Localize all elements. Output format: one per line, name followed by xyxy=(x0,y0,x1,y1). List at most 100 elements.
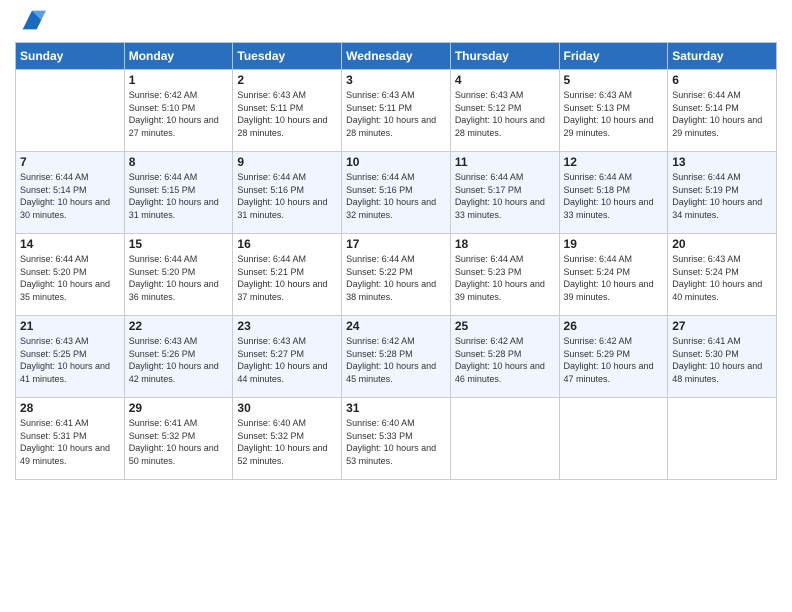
day-number: 20 xyxy=(672,237,772,251)
calendar-cell: 9Sunrise: 6:44 AMSunset: 5:16 PMDaylight… xyxy=(233,152,342,234)
day-number: 27 xyxy=(672,319,772,333)
calendar-cell: 24 Sunrise: 6:42 AMSunset: 5:28 PMDayligh… xyxy=(342,316,451,398)
day-number: 30 xyxy=(237,401,337,415)
day-number: 15 xyxy=(129,237,229,251)
calendar-cell: 5Sunrise: 6:43 AMSunset: 5:13 PMDaylight… xyxy=(559,70,668,152)
day-number: 29 xyxy=(129,401,229,415)
day-info: Sunrise: 6:44 AMSunset: 5:22 PMDaylight:… xyxy=(346,253,446,303)
weekday-header-row: SundayMondayTuesdayWednesdayThursdayFrid… xyxy=(16,43,777,70)
day-number: 6 xyxy=(672,73,772,87)
day-number: 25 xyxy=(455,319,555,333)
day-number: 22 xyxy=(129,319,229,333)
logo-icon xyxy=(18,6,46,34)
calendar-week-2: 7 Sunrise: 6:44 AMSunset: 5:14 PMDaylight… xyxy=(16,152,777,234)
day-number: 16 xyxy=(237,237,337,251)
calendar-cell: 8 Sunrise: 6:44 AMSunset: 5:15 PMDaylight… xyxy=(124,152,233,234)
calendar-cell: 4Sunrise: 6:43 AMSunset: 5:12 PMDaylight… xyxy=(450,70,559,152)
day-number: 13 xyxy=(672,155,772,169)
day-number: 3 xyxy=(346,73,446,87)
day-info: Sunrise: 6:43 AMSunset: 5:25 PMDaylight:… xyxy=(20,335,120,385)
page: SundayMondayTuesdayWednesdayThursdayFrid… xyxy=(0,0,792,612)
logo-area xyxy=(15,10,46,34)
calendar-week-3: 14Sunrise: 6:44 AMSunset: 5:20 PMDayligh… xyxy=(16,234,777,316)
day-info: Sunrise: 6:43 AMSunset: 5:11 PMDaylight:… xyxy=(346,89,446,139)
calendar-cell: 17Sunrise: 6:44 AMSunset: 5:22 PMDayligh… xyxy=(342,234,451,316)
day-info: Sunrise: 6:44 AMSunset: 5:23 PMDaylight:… xyxy=(455,253,555,303)
day-number: 26 xyxy=(564,319,664,333)
day-number: 11 xyxy=(455,155,555,169)
day-info: Sunrise: 6:44 AMSunset: 5:20 PMDaylight:… xyxy=(129,253,229,303)
day-info: Sunrise: 6:44 AMSunset: 5:20 PMDaylight:… xyxy=(20,253,120,303)
calendar-cell: 2 Sunrise: 6:43 AMSunset: 5:11 PMDaylight… xyxy=(233,70,342,152)
weekday-header-wednesday: Wednesday xyxy=(342,43,451,70)
calendar-cell xyxy=(559,398,668,480)
day-info: Sunrise: 6:40 AMSunset: 5:33 PMDaylight:… xyxy=(346,417,446,467)
calendar-cell: 13 Sunrise: 6:44 AMSunset: 5:19 PMDayligh… xyxy=(668,152,777,234)
day-info: Sunrise: 6:43 AMSunset: 5:26 PMDaylight:… xyxy=(129,335,229,385)
calendar-cell: 29 Sunrise: 6:41 AMSunset: 5:32 PMDayligh… xyxy=(124,398,233,480)
calendar-cell: 14Sunrise: 6:44 AMSunset: 5:20 PMDayligh… xyxy=(16,234,125,316)
day-info: Sunrise: 6:42 AMSunset: 5:28 PMDaylight:… xyxy=(455,335,555,385)
day-number: 24 xyxy=(346,319,446,333)
day-number: 1 xyxy=(129,73,229,87)
day-number: 9 xyxy=(237,155,337,169)
day-info: Sunrise: 6:44 AMSunset: 5:17 PMDaylight:… xyxy=(455,171,555,221)
calendar-week-1: 1Sunrise: 6:42 AMSunset: 5:10 PMDaylight… xyxy=(16,70,777,152)
calendar-week-4: 21 Sunrise: 6:43 AMSunset: 5:25 PMDayligh… xyxy=(16,316,777,398)
calendar-cell: 21 Sunrise: 6:43 AMSunset: 5:25 PMDayligh… xyxy=(16,316,125,398)
calendar-cell xyxy=(668,398,777,480)
calendar-cell: 11 Sunrise: 6:44 AMSunset: 5:17 PMDayligh… xyxy=(450,152,559,234)
day-info: Sunrise: 6:41 AMSunset: 5:30 PMDaylight:… xyxy=(672,335,772,385)
calendar-cell: 3 Sunrise: 6:43 AMSunset: 5:11 PMDaylight… xyxy=(342,70,451,152)
day-number: 21 xyxy=(20,319,120,333)
calendar-cell: 15 Sunrise: 6:44 AMSunset: 5:20 PMDayligh… xyxy=(124,234,233,316)
day-info: Sunrise: 6:42 AMSunset: 5:29 PMDaylight:… xyxy=(564,335,664,385)
calendar-cell: 28Sunrise: 6:41 AMSunset: 5:31 PMDayligh… xyxy=(16,398,125,480)
weekday-header-thursday: Thursday xyxy=(450,43,559,70)
header xyxy=(15,10,777,34)
calendar-cell: 16 Sunrise: 6:44 AMSunset: 5:21 PMDayligh… xyxy=(233,234,342,316)
calendar-cell xyxy=(450,398,559,480)
calendar-cell: 30 Sunrise: 6:40 AMSunset: 5:32 PMDayligh… xyxy=(233,398,342,480)
day-info: Sunrise: 6:44 AMSunset: 5:21 PMDaylight:… xyxy=(237,253,337,303)
day-number: 7 xyxy=(20,155,120,169)
calendar-cell: 26 Sunrise: 6:42 AMSunset: 5:29 PMDayligh… xyxy=(559,316,668,398)
day-info: Sunrise: 6:44 AMSunset: 5:15 PMDaylight:… xyxy=(129,171,229,221)
calendar-cell: 22 Sunrise: 6:43 AMSunset: 5:26 PMDayligh… xyxy=(124,316,233,398)
calendar-week-5: 28Sunrise: 6:41 AMSunset: 5:31 PMDayligh… xyxy=(16,398,777,480)
day-number: 23 xyxy=(237,319,337,333)
day-number: 5 xyxy=(564,73,664,87)
calendar-cell xyxy=(16,70,125,152)
weekday-header-saturday: Saturday xyxy=(668,43,777,70)
calendar-cell: 12Sunrise: 6:44 AMSunset: 5:18 PMDayligh… xyxy=(559,152,668,234)
calendar-cell: 19 Sunrise: 6:44 AMSunset: 5:24 PMDayligh… xyxy=(559,234,668,316)
day-info: Sunrise: 6:44 AMSunset: 5:19 PMDaylight:… xyxy=(672,171,772,221)
calendar-cell: 1Sunrise: 6:42 AMSunset: 5:10 PMDaylight… xyxy=(124,70,233,152)
day-number: 19 xyxy=(564,237,664,251)
day-info: Sunrise: 6:43 AMSunset: 5:11 PMDaylight:… xyxy=(237,89,337,139)
calendar-cell: 7 Sunrise: 6:44 AMSunset: 5:14 PMDaylight… xyxy=(16,152,125,234)
calendar-table: SundayMondayTuesdayWednesdayThursdayFrid… xyxy=(15,42,777,480)
day-info: Sunrise: 6:41 AMSunset: 5:31 PMDaylight:… xyxy=(20,417,120,467)
calendar-cell: 31Sunrise: 6:40 AMSunset: 5:33 PMDayligh… xyxy=(342,398,451,480)
calendar-cell: 10 Sunrise: 6:44 AMSunset: 5:16 PMDayligh… xyxy=(342,152,451,234)
day-info: Sunrise: 6:44 AMSunset: 5:24 PMDaylight:… xyxy=(564,253,664,303)
day-info: Sunrise: 6:43 AMSunset: 5:27 PMDaylight:… xyxy=(237,335,337,385)
day-number: 10 xyxy=(346,155,446,169)
weekday-header-monday: Monday xyxy=(124,43,233,70)
day-info: Sunrise: 6:40 AMSunset: 5:32 PMDaylight:… xyxy=(237,417,337,467)
day-number: 2 xyxy=(237,73,337,87)
weekday-header-friday: Friday xyxy=(559,43,668,70)
day-number: 8 xyxy=(129,155,229,169)
calendar-cell: 27 Sunrise: 6:41 AMSunset: 5:30 PMDayligh… xyxy=(668,316,777,398)
weekday-header-tuesday: Tuesday xyxy=(233,43,342,70)
calendar-cell: 20Sunrise: 6:43 AMSunset: 5:24 PMDayligh… xyxy=(668,234,777,316)
calendar-cell: 23 Sunrise: 6:43 AMSunset: 5:27 PMDayligh… xyxy=(233,316,342,398)
day-info: Sunrise: 6:43 AMSunset: 5:12 PMDaylight:… xyxy=(455,89,555,139)
day-number: 18 xyxy=(455,237,555,251)
day-info: Sunrise: 6:42 AMSunset: 5:28 PMDaylight:… xyxy=(346,335,446,385)
weekday-header-sunday: Sunday xyxy=(16,43,125,70)
day-info: Sunrise: 6:41 AMSunset: 5:32 PMDaylight:… xyxy=(129,417,229,467)
day-info: Sunrise: 6:44 AMSunset: 5:14 PMDaylight:… xyxy=(20,171,120,221)
day-info: Sunrise: 6:44 AMSunset: 5:16 PMDaylight:… xyxy=(346,171,446,221)
